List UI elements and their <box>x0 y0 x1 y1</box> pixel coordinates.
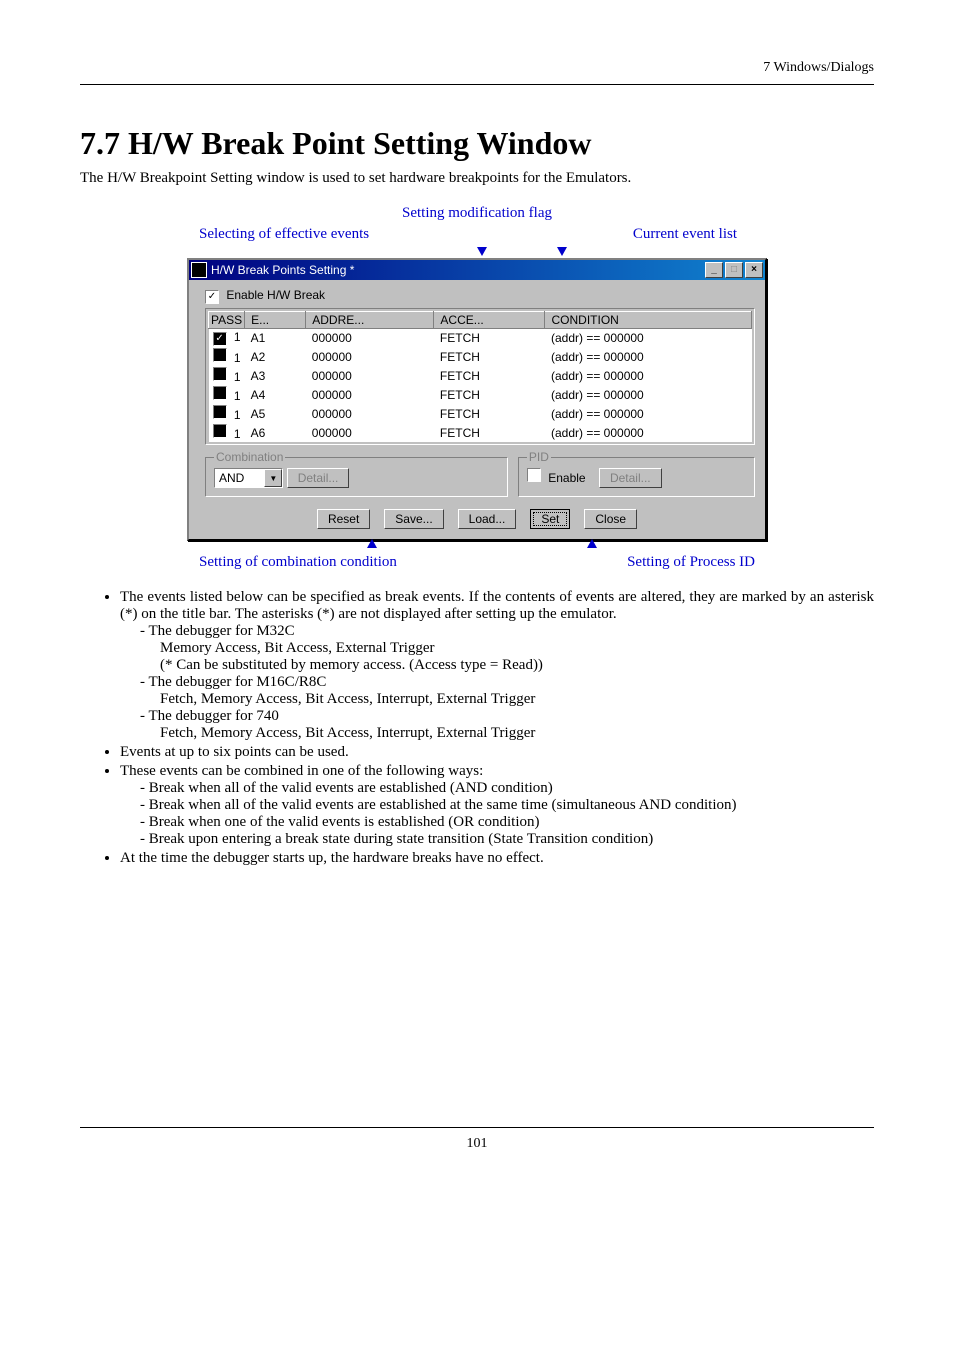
minimize-button[interactable]: _ <box>705 262 723 278</box>
bullet-1c: - The debugger for 740 <box>120 708 874 725</box>
title-bar[interactable]: H/W Break Points Setting * _ □ × <box>189 260 765 280</box>
row-checkbox[interactable] <box>213 405 227 419</box>
combination-title: Combination <box>214 450 285 464</box>
row-checkbox[interactable]: ✓ <box>213 332 227 346</box>
event-list-group: PASS E... ADDRE... ACCE... CONDITION ✓ 1… <box>205 308 755 445</box>
bullet-1b1: Fetch, Memory Access, Bit Access, Interr… <box>120 691 874 708</box>
bullet-3a: - Break when all of the valid events are… <box>120 780 874 797</box>
pid-enable-checkbox[interactable] <box>527 468 541 482</box>
table-row[interactable]: 1 A4 000000 FETCH (addr) == 000000 <box>209 385 752 404</box>
arrow-up-icon <box>367 539 377 548</box>
arrow-up-icon <box>587 539 597 548</box>
pid-title: PID <box>527 450 551 464</box>
close-window-button[interactable]: × <box>745 262 763 278</box>
lead-text: The H/W Breakpoint Setting window is use… <box>80 170 874 187</box>
combination-detail-button: Detail... <box>287 468 350 488</box>
set-button[interactable]: Set <box>530 509 570 529</box>
window-title: H/W Break Points Setting * <box>211 263 354 277</box>
bullet-3d: - Break upon entering a break state duri… <box>120 831 874 848</box>
annotation-top: Setting modification flag <box>187 205 767 222</box>
figure: Setting modification flag Selecting of e… <box>187 205 767 571</box>
combination-select[interactable]: AND ▼ <box>214 468 283 488</box>
table-row[interactable]: 1 A5 000000 FETCH (addr) == 000000 <box>209 404 752 423</box>
window-icon <box>191 262 207 278</box>
table-row[interactable]: 1 A2 000000 FETCH (addr) == 000000 <box>209 347 752 366</box>
load-button[interactable]: Load... <box>458 509 517 529</box>
row-checkbox[interactable] <box>213 348 227 362</box>
annotation-bottom-right: Setting of Process ID <box>627 554 755 571</box>
col-pass[interactable]: PASS <box>209 312 245 329</box>
bullet-3: These events can be combined in one of t… <box>120 763 874 780</box>
row-checkbox[interactable] <box>213 386 227 400</box>
bullet-1a2: (* Can be substituted by memory access. … <box>120 657 874 674</box>
col-acc[interactable]: ACCE... <box>434 312 545 329</box>
table-row[interactable]: 1 A3 000000 FETCH (addr) == 000000 <box>209 366 752 385</box>
enable-hwbreak-label: Enable H/W Break <box>226 288 325 302</box>
col-e[interactable]: E... <box>245 312 306 329</box>
annotation-right: Current event list <box>633 226 737 243</box>
row-checkbox[interactable] <box>213 424 227 438</box>
close-button[interactable]: Close <box>584 509 637 529</box>
enable-hwbreak-checkbox[interactable]: ✓ <box>205 290 219 304</box>
bullet-1c1: Fetch, Memory Access, Bit Access, Interr… <box>120 725 874 742</box>
bullet-3c: - Break when one of the valid events is … <box>120 814 874 831</box>
save-button[interactable]: Save... <box>384 509 443 529</box>
page-number: 101 <box>80 1136 874 1152</box>
maximize-button: □ <box>725 262 743 278</box>
bullet-1: The events listed below can be specified… <box>120 589 874 623</box>
col-cond[interactable]: CONDITION <box>545 312 752 329</box>
col-addr[interactable]: ADDRE... <box>306 312 434 329</box>
row-checkbox[interactable] <box>213 367 227 381</box>
pid-group: PID Enable Detail... <box>518 457 755 497</box>
bullet-3b: - Break when all of the valid events are… <box>120 797 874 814</box>
footer-rule <box>80 1127 874 1128</box>
arrow-down-icon <box>477 247 487 256</box>
table-row[interactable]: ✓ 1 A1 000000 FETCH (addr) == 000000 <box>209 329 752 348</box>
hw-break-window: H/W Break Points Setting * _ □ × ✓ Enabl… <box>187 258 767 541</box>
event-table[interactable]: PASS E... ADDRE... ACCE... CONDITION ✓ 1… <box>208 311 752 442</box>
page-header: 7 Windows/Dialogs <box>80 60 874 84</box>
reset-button[interactable]: Reset <box>317 509 370 529</box>
pid-detail-button: Detail... <box>599 468 662 488</box>
section-title: 7.7 H/W Break Point Setting Window <box>80 125 874 162</box>
bullet-2: Events at up to six points can be used. <box>120 744 874 761</box>
bullet-4: At the time the debugger starts up, the … <box>120 850 874 867</box>
bullet-1b: - The debugger for M16C/R8C <box>120 674 874 691</box>
combination-group: Combination AND ▼ Detail... <box>205 457 508 497</box>
arrow-down-icon <box>557 247 567 256</box>
chevron-down-icon: ▼ <box>264 469 282 487</box>
annotation-bottom-left: Setting of combination condition <box>199 554 397 571</box>
header-rule <box>80 84 874 85</box>
pid-enable-label: Enable <box>548 471 585 485</box>
annotation-left: Selecting of effective events <box>199 226 369 243</box>
bullet-1a: - The debugger for M32C <box>120 623 874 640</box>
table-row[interactable]: 1 A6 000000 FETCH (addr) == 000000 <box>209 423 752 442</box>
bullet-1a1: Memory Access, Bit Access, External Trig… <box>120 640 874 657</box>
